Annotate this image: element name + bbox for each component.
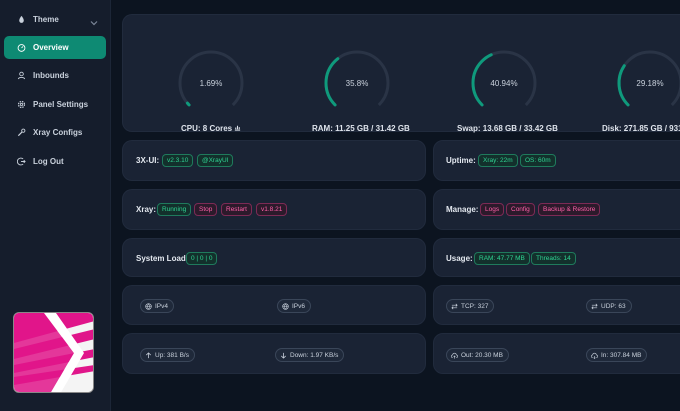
manage-label: Manage:	[446, 205, 479, 214]
usage-label: Usage:	[446, 254, 473, 263]
sidebar-item-logout[interactable]: Log Out	[4, 150, 106, 173]
gear-icon	[17, 100, 26, 109]
logout-icon	[17, 157, 26, 166]
xray-restart-button[interactable]: Restart	[221, 203, 252, 216]
cpu-label: CPU: 8 Cores	[181, 124, 241, 133]
channel-tag[interactable]: @XrayUI	[197, 154, 234, 167]
app-logo	[13, 312, 94, 393]
x3ui-label: 3X-UI:	[136, 156, 160, 165]
sidebar-item-overview[interactable]: Overview	[4, 36, 106, 59]
swap-icon	[451, 303, 458, 310]
swap-gauge: 40.94%	[469, 48, 539, 118]
sidebar-item-label: Panel Settings	[33, 100, 89, 109]
xray-card: Xray: Running Stop Restart v1.8.21	[122, 189, 426, 230]
dashboard-icon	[17, 43, 26, 52]
disk-gauge: 29.18%	[615, 48, 680, 118]
connections-card: TCP: 327 UDP: 63	[433, 285, 680, 325]
ram-gauge-value: 35.8%	[345, 78, 369, 88]
uptime-card: Uptime: Xray: 22m OS: 60m	[433, 140, 680, 181]
usage-threads-tag: Threads: 14	[531, 252, 576, 265]
usage-card: Usage: RAM: 47.77 MB Threads: 14	[433, 238, 680, 277]
cloud-download-icon	[591, 352, 598, 359]
disk-gauge-value: 29.18%	[636, 78, 664, 88]
logs-button[interactable]: Logs	[480, 203, 505, 216]
udp-pill: UDP: 63	[586, 299, 632, 313]
chevron-down-icon[interactable]	[90, 14, 98, 26]
ip-card: IPv4 IPv6	[122, 285, 426, 325]
manage-card: Manage: Logs Config Backup & Restore	[433, 189, 680, 230]
swap-gauge-value: 40.94%	[490, 78, 518, 88]
traffic-out-pill: Out: 20.30 MB	[446, 348, 509, 362]
sidebar-item-inbounds[interactable]: Inbounds	[4, 64, 106, 87]
theme-icon	[17, 15, 26, 24]
arrow-up-icon	[145, 351, 152, 359]
download-speed-pill: Down: 1.97 KB/s	[275, 348, 345, 362]
sidebar-item-panel-settings[interactable]: Panel Settings	[4, 93, 106, 116]
version-card: 3X-UI: v2.3.10 @XrayUI	[122, 140, 426, 181]
version-tag: v2.3.10	[162, 154, 194, 167]
sidebar-item-label: Overview	[33, 43, 69, 52]
config-button[interactable]: Config	[506, 203, 535, 216]
system-load-value: 0 | 0 | 0	[186, 252, 218, 265]
theme-label: Theme	[33, 15, 59, 24]
uptime-xray-tag: Xray: 22m	[478, 154, 518, 167]
ram-gauge: 35.8%	[322, 48, 392, 118]
xray-stop-button[interactable]: Stop	[194, 203, 218, 216]
gauges-card: 1.69% CPU: 8 Cores 35.8% RAM: 11.25 GB /…	[122, 14, 680, 133]
uptime-label: Uptime:	[446, 156, 476, 165]
user-icon	[17, 71, 26, 80]
cpu-gauge-value: 1.69%	[199, 78, 223, 88]
chart-icon[interactable]	[234, 124, 241, 133]
system-load-label: System Load:	[136, 254, 189, 263]
cloud-upload-icon	[451, 352, 458, 359]
swap-icon	[591, 303, 598, 310]
traffic-in-pill: In: 307.84 MB	[586, 348, 648, 362]
sidebar-item-label: Xray Configs	[33, 128, 83, 137]
usage-ram-tag: RAM: 47.77 MB	[474, 252, 530, 265]
sidebar-item-label: Inbounds	[33, 71, 69, 80]
disk-label: Disk: 271.85 GB / 931.5	[602, 124, 680, 133]
swap-label: Swap: 13.68 GB / 33.42 GB	[457, 124, 558, 133]
uptime-os-tag: OS: 60m	[520, 154, 556, 167]
upload-speed-pill: Up: 381 B/s	[140, 348, 195, 362]
sidebar-item-label: Log Out	[33, 157, 64, 166]
traffic-card: Out: 20.30 MB In: 307.84 MB	[433, 333, 680, 374]
ram-label: RAM: 11.25 GB / 31.42 GB	[312, 124, 410, 133]
xray-status-tag: Running	[157, 203, 192, 216]
ipv6-pill[interactable]: IPv6	[277, 299, 312, 313]
sidebar-item-xray-configs[interactable]: Xray Configs	[4, 121, 106, 144]
xray-label: Xray:	[136, 205, 157, 214]
arrow-down-icon	[280, 352, 287, 359]
globe-icon	[282, 302, 289, 310]
ipv4-pill[interactable]: IPv4	[140, 299, 175, 313]
xray-version-tag[interactable]: v1.8.21	[256, 203, 288, 216]
system-load-card: System Load: 0 | 0 | 0	[122, 238, 426, 277]
cpu-gauge: 1.69%	[176, 48, 246, 118]
speed-card: Up: 381 B/s Down: 1.97 KB/s	[122, 333, 426, 374]
backup-restore-button[interactable]: Backup & Restore	[538, 203, 601, 216]
globe-icon	[145, 302, 152, 310]
wrench-icon	[17, 128, 26, 137]
tcp-pill: TCP: 327	[446, 299, 495, 313]
